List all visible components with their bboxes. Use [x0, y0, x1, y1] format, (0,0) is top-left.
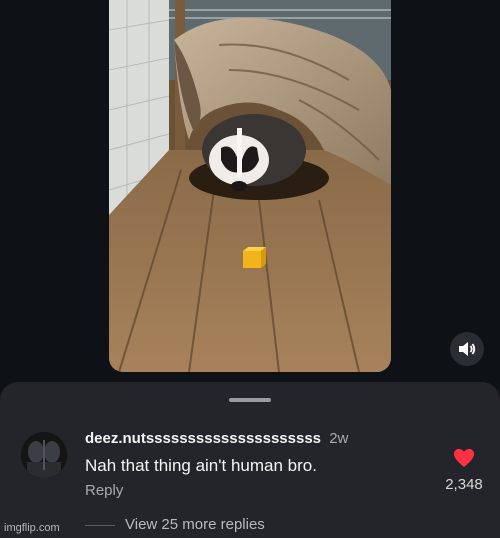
- username-text[interactable]: deez.nutsssssssssssssssssssss: [85, 430, 321, 447]
- avatar[interactable]: [21, 432, 67, 478]
- comment-author[interactable]: deez.nutsssssssssssssssssssss 2w: [85, 430, 348, 447]
- comments-sheet: deez.nutsssssssssssssssssssss 2w Nah tha…: [0, 382, 500, 538]
- replies-divider: [85, 525, 115, 526]
- comment-timestamp: 2w: [329, 430, 349, 447]
- sheet-drag-handle[interactable]: [229, 398, 271, 402]
- view-more-replies-button[interactable]: View 25 more replies: [125, 516, 265, 533]
- like-count: 2,348: [445, 476, 483, 493]
- video-frame: [109, 0, 391, 372]
- reply-button[interactable]: Reply: [85, 482, 123, 499]
- watermark: imgflip.com: [4, 522, 60, 534]
- video-player[interactable]: [109, 0, 391, 372]
- cheese-cube: [243, 251, 261, 268]
- comment-body: Nah that thing ain't human bro.: [85, 456, 317, 475]
- speaker-icon: [459, 342, 476, 356]
- avatar-image: [21, 432, 67, 478]
- like-control[interactable]: 2,348: [440, 448, 488, 493]
- volume-button[interactable]: [450, 332, 484, 366]
- heart-icon[interactable]: [453, 448, 475, 468]
